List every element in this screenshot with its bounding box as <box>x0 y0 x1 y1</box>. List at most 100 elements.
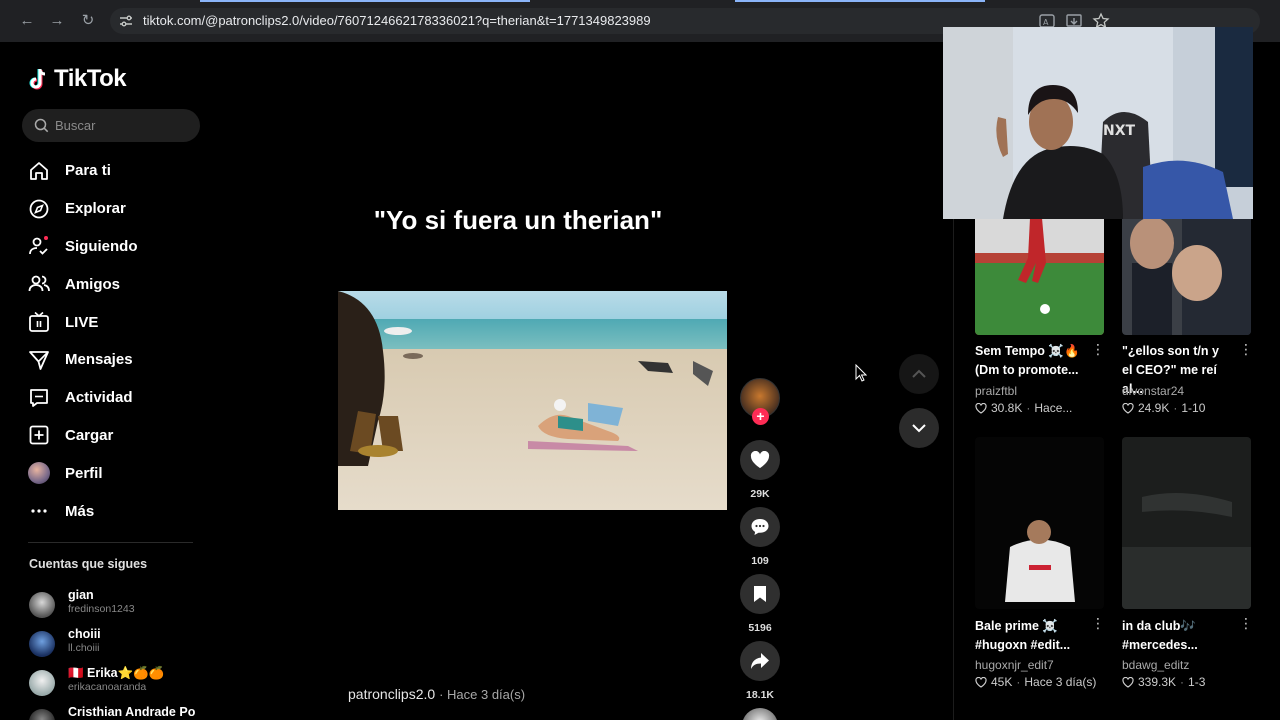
tiktok-note-icon <box>29 68 46 90</box>
more-icon <box>31 509 47 513</box>
author-username[interactable]: patronclips2.0 <box>348 686 435 702</box>
nav-label: Para ti <box>65 162 111 180</box>
related-video-user[interactable]: bdawg_editz <box>1122 658 1189 672</box>
nav-label: Explorar <box>65 200 126 218</box>
tiktok-logo[interactable]: TikTok <box>28 64 127 94</box>
account-name: gian <box>68 588 94 602</box>
kebab-menu-icon[interactable]: ⋮ <box>1239 341 1253 358</box>
like-count: 30.8K <box>991 401 1023 415</box>
related-video-title[interactable]: Sem Tempo ☠️🔥 (Dm to promote... <box>975 342 1085 380</box>
url-text[interactable]: tiktok.com/@patronclips2.0/video/7607124… <box>143 13 651 28</box>
sidebar-nav: Para ti Explorar Siguiendo Amigos LIVE M… <box>22 152 202 530</box>
kebab-menu-icon[interactable]: ⋮ <box>1239 615 1253 632</box>
nav-item-cargar[interactable]: Cargar <box>22 417 202 455</box>
like-button[interactable] <box>740 440 780 480</box>
next-video-button[interactable] <box>899 408 939 448</box>
following-title: Cuentas que sigues <box>29 557 148 571</box>
heart-icon <box>750 451 770 468</box>
messages-icon <box>29 350 49 370</box>
related-video-user[interactable]: hugoxnjr_edit7 <box>975 658 1054 672</box>
nav-item-perfil[interactable]: Perfil <box>22 454 202 492</box>
followed-account[interactable]: 🇵🇪 Erika⭐🍊🍊 erikacanoaranda <box>29 666 209 700</box>
heart-outline-icon <box>975 676 987 688</box>
related-video-title[interactable]: in da club🎶 #mercedes... <box>1122 617 1232 655</box>
account-username: ll.choiii <box>68 642 100 654</box>
related-video-user[interactable]: divonstar24 <box>1122 384 1184 398</box>
account-username: erikacanoaranda <box>68 681 147 693</box>
like-count: 29K <box>750 488 770 500</box>
comment-count: 109 <box>751 555 769 567</box>
comment-button[interactable] <box>740 507 780 547</box>
share-button[interactable] <box>740 641 780 681</box>
account-name: Cristhian Andrade Po <box>68 705 196 719</box>
followed-account[interactable]: gian fredinson1243 <box>29 588 209 622</box>
svg-text:A: A <box>1043 18 1049 27</box>
nav-item-mensajes[interactable]: Mensajes <box>22 341 202 379</box>
live-icon <box>29 311 49 332</box>
activity-icon <box>30 388 48 407</box>
upload-icon <box>29 426 49 445</box>
profile-avatar <box>28 462 50 485</box>
related-video-meta: 30.8K · Hace... <box>975 401 1072 415</box>
chevron-down-icon <box>912 424 926 433</box>
back-icon[interactable]: ← <box>17 11 37 31</box>
search-input[interactable] <box>55 116 190 135</box>
svg-text:NXT: NXT <box>1103 123 1136 139</box>
video-thumbnail[interactable] <box>975 437 1104 609</box>
search-box[interactable] <box>22 109 200 142</box>
site-settings-icon[interactable] <box>118 13 134 29</box>
like-count: 24.9K <box>1138 401 1170 415</box>
comment-icon <box>751 519 769 535</box>
friends-icon <box>28 275 50 292</box>
nav-item-explorar[interactable]: Explorar <box>22 190 202 228</box>
nav-label: Cargar <box>65 426 114 444</box>
like-count: 45K <box>991 675 1013 689</box>
kebab-menu-icon[interactable]: ⋮ <box>1091 341 1105 358</box>
nav-item-mas[interactable]: Más <box>22 492 202 530</box>
heart-outline-icon <box>1122 402 1134 414</box>
home-icon <box>30 161 48 180</box>
post-date: Hace 3 día(s) <box>1024 675 1097 689</box>
related-video-user[interactable]: praizftbl <box>975 384 1017 398</box>
heart-outline-icon <box>975 402 987 414</box>
nav-label: Actividad <box>65 389 133 407</box>
bookmark-icon <box>754 586 766 602</box>
chevron-up-icon <box>912 369 926 378</box>
account-name: 🇵🇪 Erika⭐🍊🍊 <box>68 666 165 680</box>
avatar <box>29 592 55 618</box>
related-video-meta: 45K · Hace 3 día(s) <box>975 675 1096 689</box>
webcam-overlay: NXT <box>943 27 1253 219</box>
sound-disc-icon[interactable] <box>742 708 778 720</box>
forward-icon[interactable]: → <box>47 11 67 31</box>
video-frame <box>338 291 713 466</box>
nav-item-live[interactable]: LIVE <box>22 303 202 341</box>
nav-label: Más <box>65 502 95 520</box>
save-button[interactable] <box>740 574 780 614</box>
avatar <box>29 709 55 720</box>
like-count: 339.3K <box>1138 675 1177 689</box>
nav-item-amigos[interactable]: Amigos <box>22 265 202 303</box>
nav-item-siguiendo[interactable]: Siguiendo <box>22 228 202 266</box>
related-video-meta: 24.9K · 1-10 <box>1122 401 1205 415</box>
kebab-menu-icon[interactable]: ⋮ <box>1091 615 1105 632</box>
save-count: 5196 <box>748 622 772 634</box>
related-video-title[interactable]: Bale prime ☠️ #hugoxn #edit... <box>975 617 1085 655</box>
brand-name: TikTok <box>54 65 127 92</box>
followed-account[interactable]: Cristhian Andrade Po <box>29 705 209 720</box>
nav-item-actividad[interactable]: Actividad <box>22 379 202 417</box>
previous-video-button[interactable] <box>899 354 939 394</box>
post-date: Hace... <box>1034 401 1073 415</box>
nav-label: Mensajes <box>65 351 133 369</box>
post-date: 1-3 <box>1188 675 1206 689</box>
follow-plus-button[interactable]: + <box>752 408 769 425</box>
post-date: 1-10 <box>1181 401 1206 415</box>
nav-item-para-ti[interactable]: Para ti <box>22 152 202 190</box>
video-overlay-caption: "Yo si fuera un therian" <box>373 205 663 235</box>
followed-account[interactable]: choiii ll.choiii <box>29 627 209 661</box>
video-thumbnail[interactable] <box>1122 437 1251 609</box>
video-author-line[interactable]: patronclips2.0 · Hace 3 día(s) <box>348 686 525 702</box>
avatar <box>29 631 55 657</box>
video-player[interactable] <box>338 291 727 510</box>
share-icon <box>751 653 769 669</box>
reload-icon[interactable]: ↻ <box>78 11 98 31</box>
